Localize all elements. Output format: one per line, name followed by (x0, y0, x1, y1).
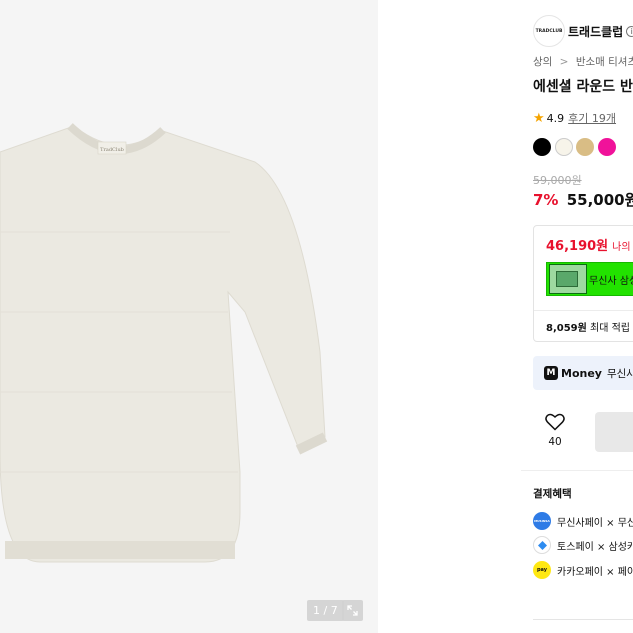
info-icon[interactable]: i (626, 25, 633, 37)
money-brand: Money (561, 366, 602, 380)
like-count: 40 (548, 436, 562, 448)
points-row: 8,059원 최대 적립 (546, 319, 630, 334)
reviews-link[interactable]: 후기 19개 (568, 110, 616, 126)
tosspay-icon (533, 536, 551, 554)
breadcrumb: 상의 > 반소매 티셔츠 (533, 54, 633, 69)
expand-image-button[interactable] (342, 600, 363, 621)
card-promo-banner[interactable]: 무신사 삼성 (546, 262, 633, 296)
payment-row-text: 카카오페이 × 페이 (557, 566, 633, 578)
purchase-button[interactable] (595, 412, 633, 452)
star-icon: ★ (533, 110, 545, 126)
like-button[interactable]: 40 (545, 413, 565, 448)
brand-name[interactable]: 트래드클럽 (568, 23, 623, 40)
section-divider (521, 470, 633, 471)
product-image-gallery[interactable]: TradClub 1 / 7 (0, 0, 378, 633)
heart-icon (545, 413, 565, 431)
card-image (549, 264, 587, 294)
points-label: 최대 적립 (590, 323, 631, 334)
expand-icon (347, 605, 358, 616)
toss-logo-icon (537, 540, 547, 550)
breadcrumb-item-category[interactable]: 반소매 티셔츠 (576, 56, 633, 68)
payment-row-text: 무신사페이 × 무신 (557, 517, 633, 529)
color-swatch-pink[interactable] (597, 138, 616, 156)
musinsa-money-banner[interactable]: M Money 무신사머 (533, 356, 633, 390)
card-promo-text: 무신사 삼성 (589, 275, 633, 287)
brand-row[interactable]: TRADCLUB 트래드클럽 i (533, 15, 633, 47)
payment-row-text: 토스페이 × 삼성카 (557, 541, 633, 553)
kakaopay-icon: pay (533, 561, 551, 579)
gallery-spacer (378, 0, 521, 633)
max-benefit-suffix: 나의 (612, 242, 631, 253)
breadcrumb-separator: > (559, 56, 569, 68)
color-swatch-ivory[interactable] (554, 138, 573, 156)
benefit-box: 46,190원나의 무신사 삼성 8,059원 최대 적립 (533, 225, 633, 342)
discount-rate: 7% (533, 191, 559, 209)
image-counter: 1 / 7 (307, 600, 344, 621)
money-text: 무신사머 (606, 367, 633, 380)
product-image: TradClub (0, 123, 328, 563)
color-swatch-black[interactable] (533, 138, 551, 156)
benefit-divider (534, 310, 633, 311)
rating-value: 4.9 (546, 111, 565, 125)
price-row: 7% 55,000원 (533, 189, 633, 210)
product-title: 에센셜 라운드 반 (533, 79, 633, 95)
original-price: 59,000원 (533, 174, 582, 187)
shirt-tag-label: TradClub (100, 147, 124, 153)
sale-price: 55,000원 (566, 191, 633, 209)
color-swatches (533, 138, 619, 156)
bottom-divider (533, 619, 633, 620)
max-benefit-price: 46,190원 나의 (546, 235, 631, 254)
max-benefit-amount: 46,190원 (546, 239, 609, 254)
payment-row-tosspay[interactable]: 토스페이 × 삼성카 (533, 536, 633, 554)
breadcrumb-item-top[interactable]: 상의 (533, 56, 552, 68)
brand-logo[interactable]: TRADCLUB (533, 15, 565, 47)
money-icon: M (544, 366, 558, 380)
product-page: TradClub 1 / 7 TRADCLUB 트래드클럽 i 상의 > 반소매… (0, 0, 633, 633)
color-swatch-beige[interactable] (576, 138, 594, 156)
musinsapay-icon: MUSINSA (533, 512, 551, 530)
product-info-panel: TRADCLUB 트래드클럽 i 상의 > 반소매 티셔츠 에센셜 라운드 반 … (521, 0, 633, 633)
payment-benefits-title: 결제혜택 (533, 488, 572, 500)
payment-row-kakaopay[interactable]: pay 카카오페이 × 페이 (533, 561, 633, 579)
rating-row: ★ 4.9 후기 19개 (533, 110, 616, 126)
payment-row-musinsapay[interactable]: MUSINSA 무신사페이 × 무신 (533, 512, 633, 530)
points-amount: 8,059원 (546, 323, 587, 334)
